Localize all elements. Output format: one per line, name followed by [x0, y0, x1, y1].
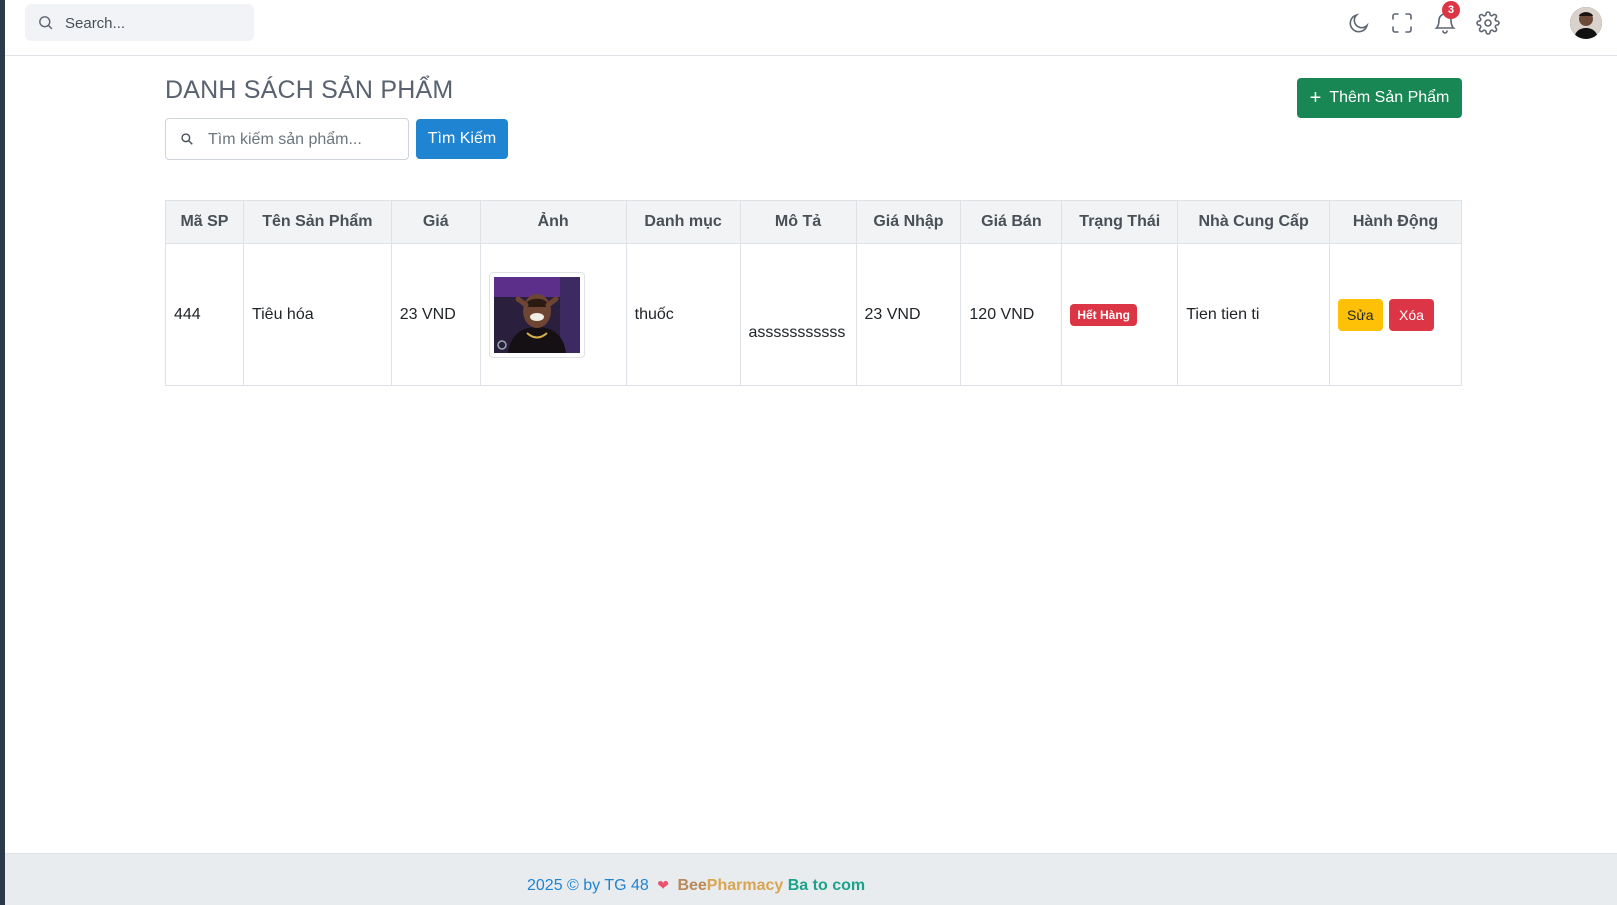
col-header-import-price: Giá Nhập — [855, 200, 962, 244]
search-icon — [181, 133, 193, 145]
col-header-price: Giá — [390, 200, 481, 244]
footer-brand-bee: Bee — [677, 877, 707, 894]
product-thumbnail[interactable] — [488, 271, 585, 358]
col-header-description: Mô Tả — [739, 200, 857, 244]
col-header-name: Tên Sản Phẩm — [242, 200, 392, 244]
fullscreen-icon — [1392, 13, 1412, 33]
theme-toggle-button[interactable] — [1347, 11, 1371, 35]
footer-copyright: 2025 © by TG 48 — [527, 877, 649, 894]
cell-actions: Sửa Xóa — [1329, 243, 1462, 386]
status-badge: Hết Hàng — [1070, 303, 1137, 326]
footer: 2025 © by TG 48 ❤ BeePharmacy Ba to com — [5, 853, 1617, 905]
global-search[interactable] — [25, 4, 254, 41]
footer-text: 2025 © by TG 48 ❤ BeePharmacy Ba to com — [527, 877, 865, 895]
cell-id: 444 — [165, 243, 244, 386]
cell-category: thuốc — [625, 243, 741, 386]
col-header-supplier: Nhà Cung Cấp — [1177, 200, 1331, 244]
cell-supplier: Tien tien ti — [1177, 243, 1331, 386]
col-header-id: Mã SP — [165, 200, 244, 244]
avatar-image — [1570, 7, 1602, 39]
fullscreen-button[interactable] — [1390, 11, 1414, 35]
cell-name: Tiêu hóa — [242, 243, 392, 386]
col-header-category: Danh mục — [625, 200, 741, 244]
search-button[interactable]: Tìm Kiếm — [416, 119, 508, 159]
global-search-input[interactable] — [63, 12, 247, 34]
settings-button[interactable] — [1476, 11, 1500, 35]
product-search-field[interactable] — [165, 118, 409, 160]
cell-import-price: 23 VND — [855, 243, 962, 386]
footer-brand-suffix[interactable]: Ba to com — [788, 877, 865, 894]
cell-image — [479, 243, 627, 386]
add-product-label: Thêm Sản Phẩm — [1329, 89, 1450, 106]
add-product-button[interactable]: + Thêm Sản Phẩm — [1297, 78, 1462, 118]
table-header-row: Mã SP Tên Sản Phẩm Giá Ảnh Danh mục Mô T… — [165, 200, 1462, 244]
moon-icon — [1349, 13, 1369, 33]
notification-count-badge: 3 — [1442, 1, 1460, 19]
page-title: DANH SÁCH SẢN PHẨM — [165, 76, 454, 104]
table-row: 444 Tiêu hóa 23 VND thuốc asssssssssss 2… — [165, 243, 1462, 386]
product-search-input[interactable] — [206, 129, 405, 151]
top-navbar: 3 — [5, 0, 1617, 56]
search-icon — [39, 16, 53, 30]
delete-button[interactable]: Xóa — [1388, 298, 1434, 331]
gear-icon — [1476, 11, 1500, 35]
col-header-image: Ảnh — [479, 200, 627, 244]
user-avatar[interactable] — [1570, 7, 1602, 39]
cell-description: asssssssssss — [739, 243, 857, 386]
notifications-button[interactable]: 3 — [1433, 1, 1460, 35]
col-header-actions: Hành Động — [1329, 200, 1462, 244]
products-table: Mã SP Tên Sản Phẩm Giá Ảnh Danh mục Mô T… — [165, 200, 1462, 386]
cell-status: Hết Hàng — [1061, 243, 1179, 386]
cell-price: 23 VND — [390, 243, 481, 386]
footer-brand-pharmacy: Pharmacy — [706, 877, 784, 894]
edit-button[interactable]: Sửa — [1338, 298, 1383, 331]
product-image — [493, 276, 580, 353]
cell-sale-price: 120 VND — [960, 243, 1063, 386]
col-header-status: Trạng Thái — [1061, 200, 1179, 244]
col-header-sale-price: Giá Bán — [960, 200, 1063, 244]
sidebar-edge — [0, 0, 5, 905]
heart-icon: ❤ — [657, 877, 669, 893]
plus-icon: + — [1309, 87, 1322, 109]
